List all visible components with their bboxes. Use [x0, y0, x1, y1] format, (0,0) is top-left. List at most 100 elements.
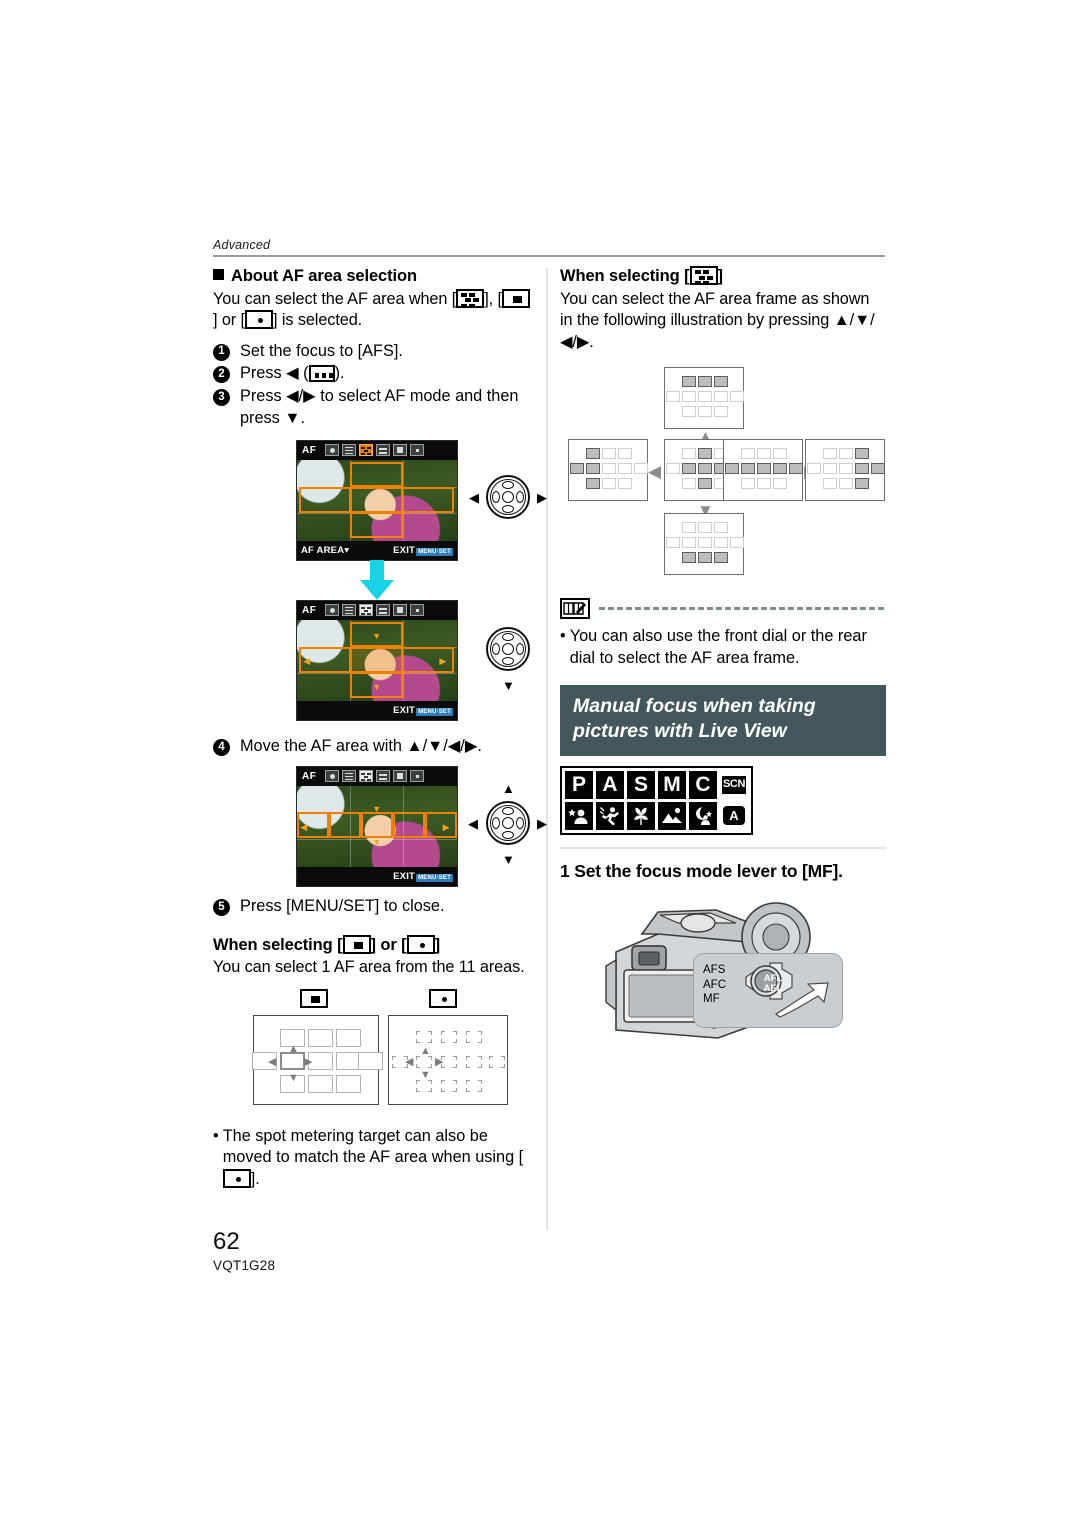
one-area-body: You can select 1 AF area from the 11 are… — [213, 958, 525, 977]
af-cell — [823, 463, 837, 475]
face-detect-icon — [325, 444, 340, 457]
af-tracking-icon — [342, 770, 357, 783]
step-item-3: 3 Press ◀/▶ to select AF mode and then p… — [213, 386, 533, 430]
af-cell — [807, 463, 821, 475]
step-number: 1 — [213, 343, 230, 361]
af-cell — [698, 537, 712, 549]
lcd-exit-label: EXIT MENU·SET — [393, 545, 453, 557]
cursor-pad-left — [492, 816, 500, 829]
af-tracking-icon — [342, 604, 357, 617]
step-list-2: 4 Move the AF area with ▲/▼/◀/▶. — [213, 736, 533, 758]
af-panel-bottom — [664, 513, 744, 576]
af-cell — [839, 478, 853, 490]
focus-lever-label-afc: AFC — [703, 978, 726, 991]
illustration-lcd-1: AF AF AREA▾ EXIT MENU·SET ◀ ▶ — [213, 439, 547, 561]
step-number: 5 — [213, 898, 230, 916]
af-area-frame — [329, 812, 361, 839]
lcd-af-label: AF — [302, 604, 317, 616]
focus-lever-callout: AFS AFC MF AFL AEL — [693, 952, 843, 1028]
multi-area-mode-icon — [359, 604, 374, 617]
mode-badge-row-2: A — [565, 801, 748, 830]
menu-set-key-icon: MENU·SET — [416, 707, 453, 717]
mode-badge-auto: A — [720, 801, 748, 830]
column-divider — [546, 268, 548, 1230]
lcd-af-label: AF — [302, 444, 317, 456]
multi-area-mode-icon — [359, 444, 374, 457]
mf-step-number: 1 — [560, 860, 570, 881]
af-cursor-right-icon: ▶ — [439, 656, 447, 667]
spot-marker — [441, 1030, 457, 1043]
af-frame-transition-diagram: ▲ ◀ ▼ — [560, 367, 886, 580]
cursor-pad-left — [492, 490, 500, 503]
af-cell — [730, 391, 744, 403]
step-text: Press [MENU/SET] to close. — [240, 896, 445, 915]
af-cell-active — [855, 463, 869, 475]
bullet-square-icon — [213, 269, 224, 280]
lcd-screen-1: AF AF AREA▾ EXIT MENU·SET — [296, 439, 458, 561]
mode-badge-p: P — [565, 770, 593, 799]
multi-area-mode-icon — [359, 770, 374, 783]
lcd-bottom-bar: EXIT MENU·SET — [297, 700, 457, 720]
af-cell-active — [586, 463, 600, 475]
spot-marker — [466, 1079, 482, 1092]
af-cell-active — [698, 376, 712, 388]
spot-marker-selected — [416, 1055, 432, 1068]
cursor-pad-up — [502, 480, 514, 489]
focus-lever-label-mf: MF — [703, 993, 720, 1006]
af-cell-active — [682, 463, 696, 475]
af-cell — [682, 391, 696, 403]
running-head-label: Advanced — [213, 238, 271, 252]
wide-area-mode-icon — [376, 604, 391, 617]
face-detect-icon — [325, 770, 340, 783]
mode-badge-strip: P A S M C SCN A — [560, 765, 753, 835]
map-left-arrow-icon: ◀ — [405, 1055, 414, 1068]
step-list-3: 5 Press [MENU/SET] to close. — [213, 896, 533, 918]
af-cell-active — [586, 478, 600, 490]
af-cell — [839, 448, 853, 460]
spot-marker — [489, 1055, 505, 1068]
banner-line-1: Manual focus when taking — [573, 695, 816, 718]
note-text: You can also use the front dial or the r… — [569, 627, 867, 667]
header-rule — [213, 255, 885, 257]
af-cell-active — [725, 463, 739, 475]
af-cell — [682, 448, 696, 460]
illustration-lcd-3: AF ▼ ▼ ◀ ▶ EXIT MENU·SET ▲ ▼ ◀ ▶ — [213, 765, 547, 892]
af-cell — [666, 537, 680, 549]
map-right-arrow-icon: ▶ — [304, 1055, 313, 1068]
af-area-frame — [298, 486, 352, 513]
af-mode-button-icon — [308, 365, 335, 383]
af-cell — [698, 391, 712, 403]
af-cell — [714, 406, 728, 418]
af-cursor-left-icon: ◀ — [303, 656, 311, 667]
af-cell — [741, 478, 755, 490]
banner-line-2: pictures with Live View — [573, 720, 787, 743]
multi-area-icon — [689, 266, 718, 285]
subheading-text-1: When selecting [ — [213, 935, 343, 954]
step-text: Move the AF area with ▲/▼/◀/▶. — [240, 736, 482, 755]
step-item-2: 2 Press ◀ (). — [213, 363, 533, 385]
spot-metering-bullet: • The spot metering target can also be m… — [213, 1126, 533, 1191]
step-number: 4 — [213, 738, 230, 756]
cursor-pad-left — [492, 642, 500, 655]
af-cell — [823, 448, 837, 460]
af-cell — [618, 478, 632, 490]
mode-badge-sports — [596, 801, 624, 830]
area-cell — [336, 1074, 361, 1093]
page-number: 62 — [213, 1228, 240, 1255]
af-cursor-right-icon: ▶ — [442, 822, 450, 833]
af-cell — [666, 463, 680, 475]
intro-text-2: ], [ — [484, 289, 502, 308]
af-area-frame — [425, 812, 457, 839]
step-text: Press ◀ (). — [240, 363, 533, 385]
af-cursor-up-icon: ▼ — [372, 631, 382, 642]
mode-badge-macro — [627, 801, 655, 830]
af-cell-active — [698, 478, 712, 490]
section-heading-text: About AF area selection — [231, 267, 417, 285]
mode-badge-c: C — [689, 770, 717, 799]
af-mode-icon-row — [325, 444, 425, 457]
heading-text-1: When selecting [ — [560, 267, 690, 285]
mode-badge-scn: SCN — [720, 770, 748, 799]
af-area-frame-selected — [349, 646, 403, 673]
spot-marker — [466, 1030, 482, 1043]
spot-area-mode-icon — [410, 770, 425, 783]
